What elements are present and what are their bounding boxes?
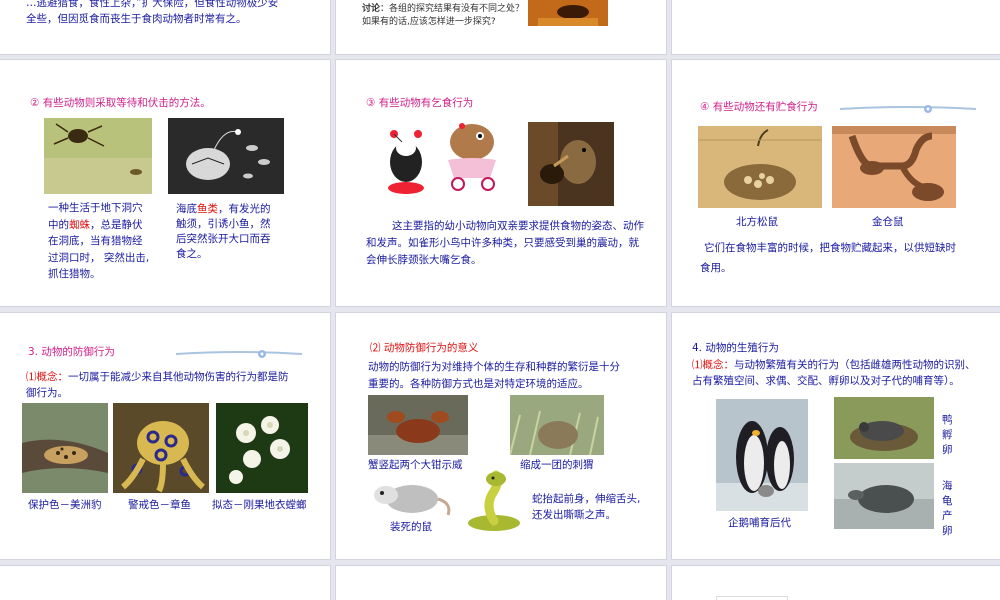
slide1-text-line2: 全些，但因觅食而丧生于食肉动物者时常有之。	[26, 13, 247, 25]
crab-photo	[368, 395, 468, 455]
image-placeholder	[716, 596, 788, 600]
slide-thumb-5[interactable]: ③ 有些动物有乞食行为 这主要指的幼小动物向双亲要求提供食物的姿态、动作 和发声…	[336, 60, 666, 306]
begging-description: 这主要指的幼小动物向双亲要求提供食物的姿态、动作 和发声。如雀形小鸟中许多种类，…	[366, 220, 644, 266]
mantis-caption: 拟态－刚果地衣螳螂	[212, 499, 307, 511]
squirrel-caption: 北方松鼠	[736, 216, 778, 228]
spider-photo	[44, 118, 152, 194]
slide7-title: 3. 动物的防御行为	[28, 346, 115, 358]
slide-thumb-4[interactable]: ② 有些动物则采取等待和伏击的方法。 一种生活于地下洞穴 中的蜘蛛，总是静伏 在…	[0, 60, 330, 306]
octopus-photo	[113, 403, 209, 493]
slide2-discuss-line1: 讨论：各组的探究结果有没有不同之处？	[362, 2, 524, 16]
slide-thumb-10[interactable]	[0, 566, 330, 600]
storage-description: 它们在食物丰富的时候，把食物贮藏起来，以供短缺时 食用。	[700, 242, 956, 274]
squirrel-burrow-photo	[698, 126, 822, 208]
octopus-caption: 警戒色－章鱼	[128, 499, 191, 511]
flower-divider-icon	[839, 100, 977, 113]
penguin-caption: 企鹅哺育后代	[728, 517, 791, 529]
slide-thumb-12[interactable]	[672, 566, 1000, 600]
slide-thumb-3[interactable]	[672, 0, 1000, 54]
slide5-title: ③ 有些动物有乞食行为	[366, 97, 474, 109]
slide2-discuss-line2: 如果有的话,应该怎样进一步探究?	[362, 17, 496, 27]
hedgehog-caption: 缩成一团的刺猬	[520, 459, 594, 471]
opossum-illustration	[368, 473, 452, 519]
begging-cartoon-illustration	[376, 112, 516, 198]
snake-description: 蛇抬起前身，伸缩舌头, 还发出嘶嘶之声。	[532, 493, 641, 521]
slide-thumb-2[interactable]: 讨论：各组的探究结果有没有不同之处？ 如果有的话,应该怎样进一步探究?	[336, 0, 666, 54]
hamster-burrow-diagram	[832, 126, 956, 208]
slide-thumb-7[interactable]: 3. 动物的防御行为 ⑴概念：一切属于能减少来自其他动物伤害的行为都是防 御行为…	[0, 313, 330, 559]
jaguar-photo	[22, 403, 108, 493]
slide9-title: 4. 动物的生殖行为	[692, 342, 779, 354]
hedgehog-photo	[510, 395, 604, 455]
turtle-photo	[834, 463, 934, 529]
hamster-caption: 金仓鼠	[872, 216, 904, 228]
slide8-title: ⑵ 动物防御行为的意义	[370, 342, 479, 354]
slide6-title: ④ 有些动物还有贮食行为	[700, 101, 818, 113]
anglerfish-photo	[168, 118, 284, 194]
fish-word: 鱼类	[197, 203, 218, 215]
defense-concept: ⑴概念：一切属于能减少来自其他动物伤害的行为都是防 御行为。	[26, 371, 289, 399]
turtle-caption-vertical: 海龟产卵	[942, 480, 953, 537]
bird-feeding-photo	[528, 122, 614, 206]
beetle-photo	[528, 0, 608, 26]
slide-thumb-11[interactable]	[336, 566, 666, 600]
discuss-label: 讨论	[362, 4, 381, 14]
crab-caption: 蟹竖起两个大钳示威	[368, 459, 463, 471]
slide-thumb-9[interactable]: 4. 动物的生殖行为 ⑴概念：与动物繁殖有关的行为（包括雌雄两性动物的识别、 占…	[672, 313, 1000, 559]
mantis-flower-photo	[216, 403, 308, 493]
spider-description: 一种生活于地下洞穴 中的蜘蛛，总是静伏 在洞底，当有猎物经 过洞口时， 突然出击…	[48, 202, 150, 280]
dead-mouse-caption: 装死的鼠	[390, 521, 432, 533]
spider-word: 蜘蛛	[69, 218, 90, 231]
penguin-photo	[716, 399, 808, 511]
anglerfish-description: 海底鱼类，有发光的 触须，引诱小鱼，然 后突然张开大口而吞 食之。	[176, 203, 271, 260]
jaguar-caption: 保护色－美洲豹	[28, 499, 102, 511]
slide-thumb-1[interactable]: …逃避猎食，食性上杂，”扩大保险，但食性动物极少安 全些，但因觅食而丧生于食肉动…	[0, 0, 330, 54]
cobra-illustration	[464, 469, 528, 533]
slide-thumb-6[interactable]: ④ 有些动物还有贮食行为 北方松鼠 金仓鼠 它们在食物丰富的时候，把食物贮藏起来…	[672, 60, 1000, 306]
duck-caption-vertical: 鸭孵卵	[942, 414, 953, 456]
discuss-text1: ：各组的探究结果有没有不同之处？	[380, 4, 525, 14]
slide-thumb-8[interactable]: ⑵ 动物防御行为的意义 动物的防御行为对维持个体的生存和种群的繁衍是十分 重要的…	[336, 313, 666, 559]
defense-significance-text: 动物的防御行为对维持个体的生存和种群的繁衍是十分 重要的。各种防御方式也是对特定…	[368, 361, 620, 390]
duck-nest-photo	[834, 397, 934, 459]
flower-divider-icon	[175, 345, 303, 358]
slide4-title: ② 有些动物则采取等待和伏击的方法。	[30, 97, 211, 109]
reproduction-concept: ⑴概念：与动物繁殖有关的行为（包括雌雄两性动物的识别、 占有繁殖空间、求偶、交配…	[692, 359, 976, 387]
